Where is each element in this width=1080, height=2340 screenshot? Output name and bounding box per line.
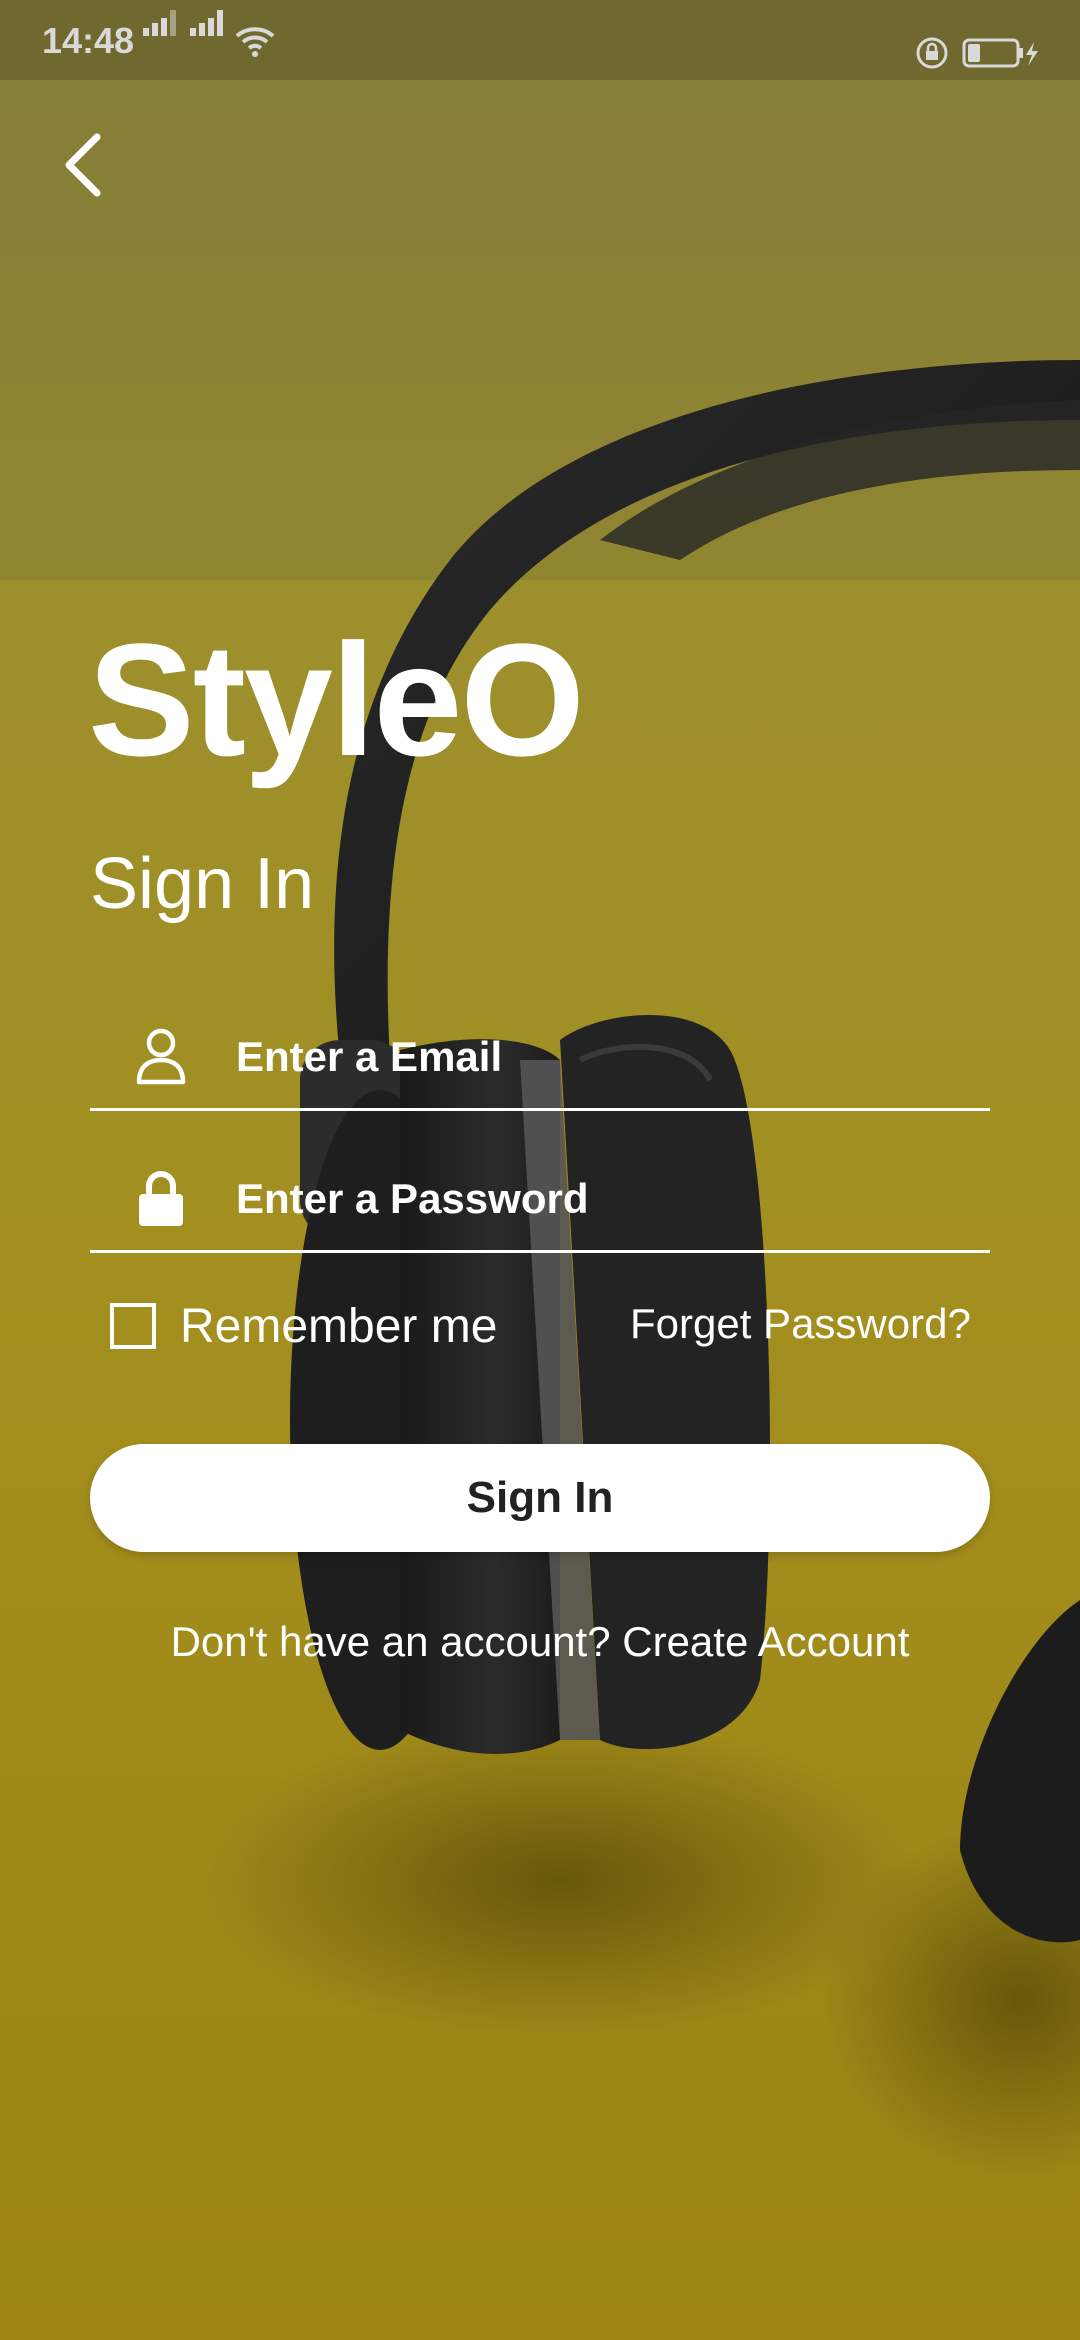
no-account-prompt: Don't have an account? — [170, 1618, 611, 1665]
create-account-row: Don't have an account? Create Account — [0, 1618, 1080, 1666]
page-title: Sign In — [90, 844, 315, 924]
remember-me-checkbox[interactable] — [110, 1303, 156, 1349]
status-time: 14:48 — [42, 20, 135, 61]
remember-me-label: Remember me — [180, 1299, 498, 1353]
remember-me-toggle[interactable]: Remember me — [110, 1296, 497, 1356]
sign-in-button[interactable]: Sign In — [90, 1444, 990, 1552]
sign-in-screen: 14:48 StyleO Sign In Enter a Email Remem… — [0, 0, 1080, 2340]
back-button[interactable] — [55, 125, 115, 205]
password-input[interactable] — [234, 1160, 958, 1238]
rotation-lock-icon — [916, 37, 948, 69]
status-bar: 14:48 — [0, 0, 1080, 80]
battery-charging-icon — [962, 38, 1038, 68]
chevron-left-icon — [65, 133, 101, 197]
forgot-password-link[interactable]: Forget Password? — [630, 1300, 971, 1348]
wifi-icon — [235, 27, 275, 57]
email-input[interactable] — [234, 1018, 958, 1096]
password-field — [90, 1140, 990, 1253]
email-field — [90, 998, 990, 1111]
app-logo-text: StyleO — [88, 610, 585, 789]
user-icon — [136, 1028, 186, 1085]
lock-icon — [139, 1171, 183, 1226]
create-account-link[interactable]: Create Account — [622, 1618, 909, 1665]
